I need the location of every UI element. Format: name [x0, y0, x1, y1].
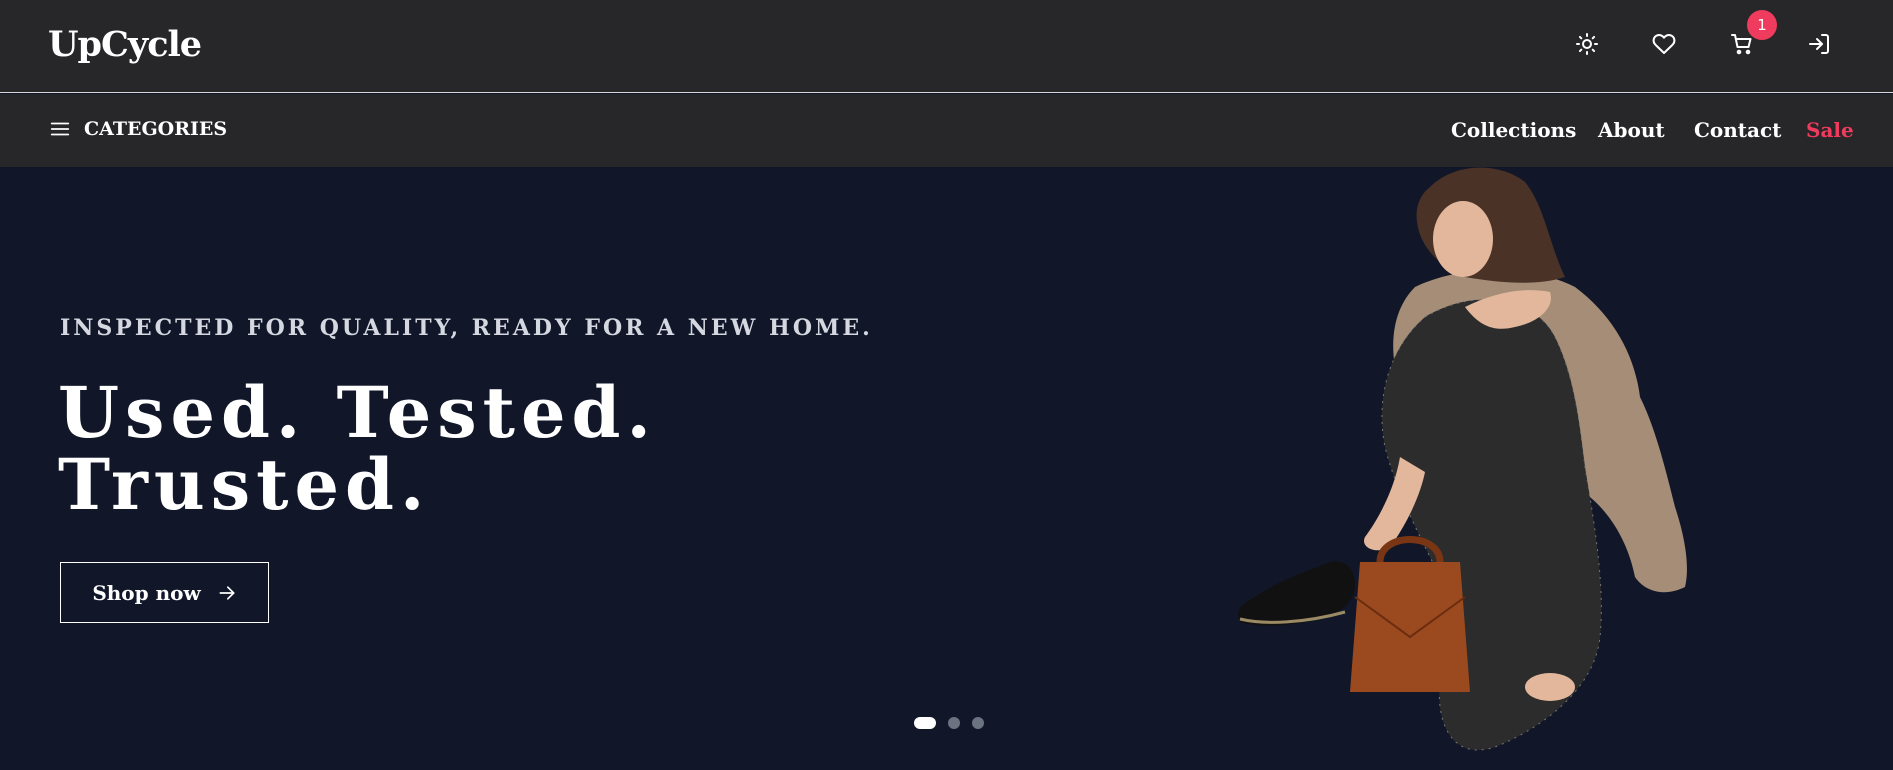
hero-banner: INSPECTED FOR QUALITY, READY FOR A NEW H…: [0, 167, 1893, 770]
sun-icon: [1576, 33, 1598, 55]
categories-label: CATEGORIES: [84, 118, 228, 140]
navigation-bar: CATEGORIES Collections About Contact Sal…: [0, 94, 1893, 167]
arrow-right-icon: [219, 585, 235, 600]
hero-headline: Used. Tested. Trusted.: [58, 377, 657, 521]
cart-count-badge: 1: [1747, 10, 1777, 40]
categories-menu-button[interactable]: CATEGORIES: [49, 118, 227, 140]
logo[interactable]: UpCycle: [48, 24, 202, 65]
menu-icon: [50, 122, 70, 136]
heart-icon: [1652, 34, 1676, 54]
carousel-dot-3[interactable]: [972, 717, 984, 729]
carousel-dot-1[interactable]: [914, 717, 936, 729]
nav-link-sale[interactable]: Sale: [1806, 118, 1854, 142]
login-button[interactable]: [1805, 30, 1833, 58]
hero-headline-line-1: Used. Tested.: [58, 371, 657, 454]
login-icon: [1809, 34, 1829, 54]
theme-toggle-button[interactable]: [1573, 30, 1601, 58]
shop-now-button[interactable]: Shop now: [60, 562, 269, 623]
carousel-dot-2[interactable]: [948, 717, 960, 729]
shop-now-label: Shop now: [92, 580, 201, 605]
nav-link-about[interactable]: About: [1598, 118, 1665, 142]
wishlist-button[interactable]: [1650, 30, 1678, 58]
nav-link-collections[interactable]: Collections: [1451, 118, 1576, 142]
hero-model-image: [1238, 167, 1687, 751]
hero-headline-line-2: Trusted.: [58, 443, 431, 526]
top-header: UpCycle 1: [0, 0, 1893, 93]
hero-tagline: INSPECTED FOR QUALITY, READY FOR A NEW H…: [60, 315, 873, 341]
carousel-indicators: [914, 717, 996, 729]
nav-link-contact[interactable]: Contact: [1694, 118, 1781, 142]
